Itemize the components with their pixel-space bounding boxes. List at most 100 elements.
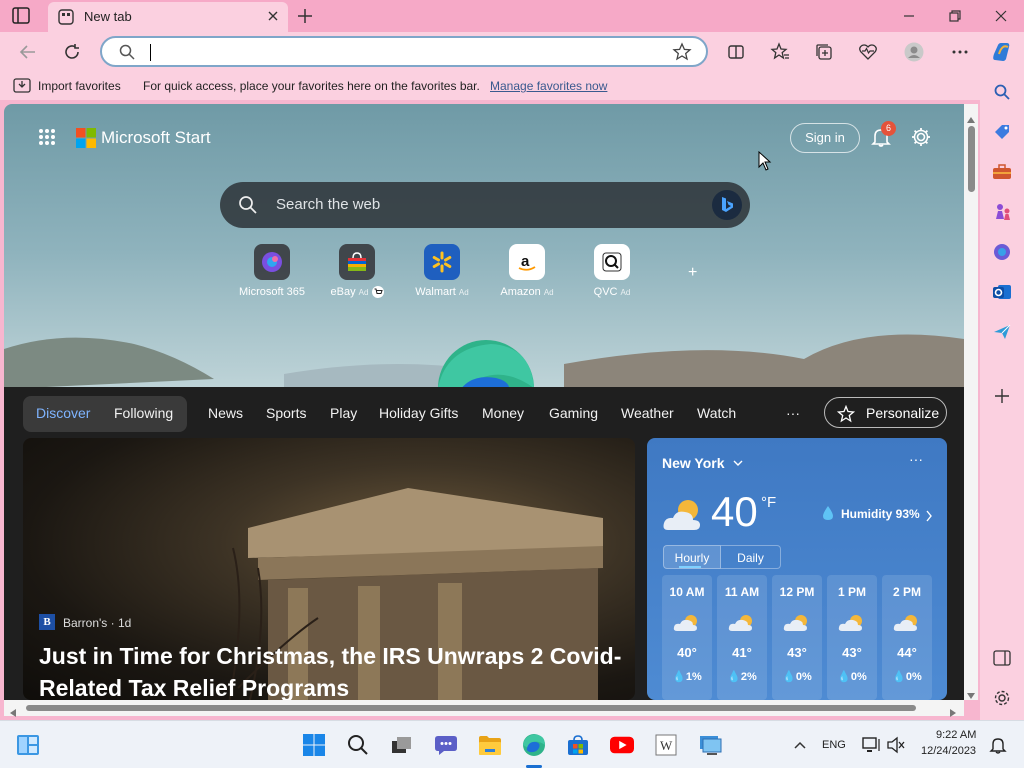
edge-browser-icon[interactable]: [522, 733, 546, 757]
minimize-button[interactable]: [886, 0, 932, 32]
hero-article-card[interactable]: B Barron's · 1d Just in Time for Christm…: [23, 438, 635, 700]
quick-link-walmart[interactable]: Walmart Ad: [402, 244, 482, 298]
microsoft-365-icon[interactable]: [992, 242, 1012, 262]
word-document-icon[interactable]: W: [654, 733, 678, 757]
sidebar-settings-gear-icon[interactable]: [992, 688, 1012, 708]
vertical-scroll-thumb[interactable]: [968, 126, 975, 192]
widgets-icon[interactable]: [16, 733, 40, 757]
task-view-icon[interactable]: [390, 733, 414, 757]
tab-actions-icon[interactable]: [12, 7, 32, 25]
tab-sports[interactable]: Sports: [266, 405, 306, 421]
ad-label: Ad: [620, 288, 631, 297]
weather-card[interactable]: New York ··· 40 °F Humidity 93% Hourly D…: [647, 438, 947, 700]
show-hidden-icons-chevron-icon[interactable]: [788, 733, 812, 757]
amazon-logo-icon: a: [509, 244, 545, 280]
start-windows-icon[interactable]: [302, 733, 326, 757]
ad-label: Ad: [543, 288, 554, 297]
quick-link-microsoft-365[interactable]: Microsoft 365: [232, 244, 312, 298]
text-caret: [150, 44, 151, 61]
tab-news[interactable]: News: [208, 405, 243, 421]
tab-watch[interactable]: Watch: [697, 405, 736, 421]
tab-gaming[interactable]: Gaming: [549, 405, 598, 421]
youtube-icon[interactable]: [610, 733, 634, 757]
chevron-down-icon[interactable]: [733, 455, 743, 473]
close-window-button[interactable]: [978, 0, 1024, 32]
news-feed: Discover Following News Sports Play Holi…: [4, 387, 964, 700]
quick-link-qvc[interactable]: QVC Ad: [572, 244, 652, 298]
tab-daily[interactable]: Daily: [721, 545, 781, 569]
page-settings-gear-icon[interactable]: [910, 126, 932, 148]
profile-avatar[interactable]: [904, 42, 924, 62]
shopping-tag-icon[interactable]: [992, 122, 1012, 142]
volume-muted-icon[interactable]: [884, 733, 908, 757]
games-chess-icon[interactable]: [992, 202, 1012, 222]
quick-link-ebay[interactable]: eBay Ad: [317, 244, 397, 299]
personalize-button[interactable]: Personalize: [824, 397, 947, 428]
new-tab-button[interactable]: [296, 7, 314, 25]
horizontal-scrollbar[interactable]: [4, 700, 964, 717]
display-network-icon[interactable]: [860, 733, 884, 757]
outlook-icon[interactable]: [992, 282, 1012, 302]
horizontal-scroll-thumb[interactable]: [26, 705, 916, 711]
hour-temperature: 43°: [787, 645, 807, 660]
sign-in-button[interactable]: Sign in: [790, 123, 860, 153]
browser-essentials-icon[interactable]: [858, 42, 878, 62]
tab-play[interactable]: Play: [330, 405, 357, 421]
more-menu-icon[interactable]: [950, 42, 970, 62]
input-language[interactable]: ENG: [822, 739, 846, 751]
tab-title: New tab: [84, 9, 132, 24]
new-tab-page: Microsoft Start Sign in 6 Search the web…: [4, 104, 964, 700]
remote-desktop-icon[interactable]: [698, 733, 722, 757]
hourly-forecast-item: 11 AM 41° 💧2%: [717, 575, 767, 700]
tab-discover[interactable]: Discover: [36, 405, 90, 421]
favorite-star-icon[interactable]: [672, 42, 692, 67]
quick-link-amazon[interactable]: a Amazon Ad: [487, 244, 567, 298]
bing-chat-icon[interactable]: [712, 190, 742, 220]
notification-center-icon[interactable]: [986, 733, 1010, 757]
chevron-right-icon[interactable]: [925, 509, 933, 527]
hide-sidebar-icon[interactable]: [992, 648, 1012, 668]
import-favorites-link[interactable]: Import favorites: [38, 79, 121, 93]
sidebar-search-icon[interactable]: [992, 82, 1012, 102]
tab-holiday-gifts[interactable]: Holiday Gifts: [379, 405, 458, 421]
microsoft-store-icon[interactable]: [566, 733, 590, 757]
tab-new-tab[interactable]: New tab: [48, 2, 288, 32]
hour-temperature: 44°: [897, 645, 917, 660]
file-explorer-icon[interactable]: [478, 733, 502, 757]
add-sidebar-app-icon[interactable]: [992, 386, 1012, 406]
teams-chat-icon[interactable]: [434, 733, 458, 757]
address-bar[interactable]: [100, 36, 708, 67]
weather-more-button[interactable]: ···: [909, 451, 923, 467]
taskbar-search-icon[interactable]: [346, 733, 370, 757]
collections-icon[interactable]: [814, 42, 834, 62]
qvc-logo-icon: [594, 244, 630, 280]
humidity-drop-icon: [822, 505, 834, 526]
notification-count-badge: 6: [881, 121, 896, 136]
add-quick-link-button[interactable]: +: [688, 264, 697, 282]
scroll-down-arrow-icon[interactable]: [967, 686, 975, 704]
tab-following[interactable]: Following: [114, 405, 173, 421]
restore-button[interactable]: [932, 0, 978, 32]
split-screen-icon[interactable]: [726, 42, 746, 62]
manage-favorites-link[interactable]: Manage favorites now: [490, 79, 607, 93]
quick-link-label: Microsoft 365: [238, 286, 306, 298]
send-paper-plane-icon[interactable]: [992, 322, 1012, 342]
feed-more-button[interactable]: ···: [786, 405, 800, 421]
refresh-icon[interactable]: [62, 42, 82, 62]
article-headline[interactable]: Just in Time for Christmas, the IRS Unwr…: [39, 640, 629, 700]
vertical-scrollbar[interactable]: [964, 104, 978, 700]
tools-briefcase-icon[interactable]: [992, 162, 1012, 182]
search-icon: [118, 43, 136, 66]
tab-weather[interactable]: Weather: [621, 405, 674, 421]
apps-grid-icon[interactable]: [38, 128, 56, 146]
web-search-box[interactable]: Search the web: [220, 182, 750, 228]
tab-money[interactable]: Money: [482, 405, 524, 421]
favorites-icon[interactable]: [770, 42, 790, 62]
weather-city[interactable]: New York: [662, 455, 725, 471]
copilot-icon[interactable]: [990, 40, 1014, 64]
clock-date[interactable]: 12/24/2023: [921, 745, 976, 757]
tab-hourly-label: Hourly: [674, 551, 710, 565]
close-tab-icon[interactable]: [266, 9, 280, 23]
back-arrow-icon[interactable]: [18, 42, 38, 62]
clock-time[interactable]: 9:22 AM: [936, 729, 976, 741]
